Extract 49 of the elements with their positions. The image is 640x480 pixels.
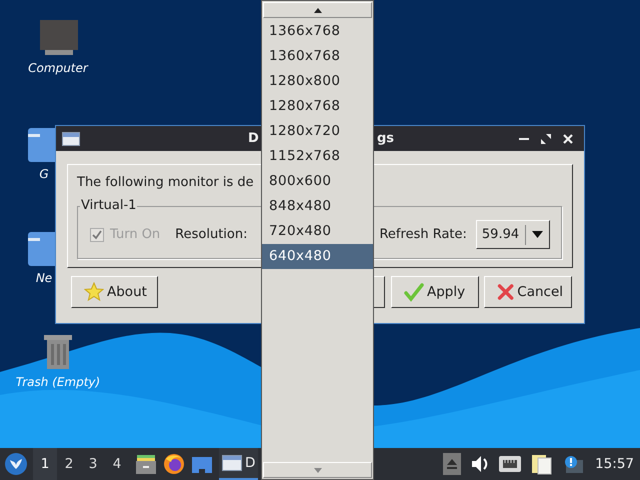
resolution-dropdown-list[interactable]: 1366x768 1360x768 1280x800 1280x768 1280x720 1152x768 800x600 848x480 720x480 640x480	[261, 0, 374, 480]
window-title: D	[248, 131, 259, 146]
workspace-button[interactable]: 1	[33, 448, 57, 480]
notes-icon[interactable]	[531, 453, 554, 475]
resolution-option[interactable]: 720x480	[262, 219, 373, 244]
network-port-icon[interactable]	[499, 456, 522, 472]
scroll-down-icon	[314, 468, 322, 472]
refresh-rate-dropdown[interactable]: 59.94	[476, 220, 550, 249]
star-icon	[84, 282, 104, 302]
taskbar-window-button[interactable]: D	[219, 448, 258, 480]
window-title: gs	[377, 131, 394, 146]
workspace-button[interactable]: 3	[81, 448, 105, 480]
scroll-down-button[interactable]	[263, 462, 372, 478]
bird-logo-icon[interactable]	[5, 453, 27, 475]
resolution-option[interactable]: 800x600	[262, 169, 373, 194]
about-button[interactable]: About	[71, 276, 158, 308]
apply-button[interactable]: Apply	[391, 276, 479, 308]
scroll-up-icon	[314, 8, 322, 12]
checkmark-icon	[404, 282, 424, 302]
refresh-rate-label: Refresh Rate:	[379, 227, 467, 242]
desktop-icon-label[interactable]: G	[39, 167, 49, 181]
maximize-icon[interactable]	[540, 132, 552, 144]
dropdown-arrow-icon	[532, 231, 543, 238]
resolution-option[interactable]: 640x480	[262, 244, 373, 269]
resolution-option[interactable]: 1152x768	[262, 144, 373, 169]
clock[interactable]: 15:57	[595, 456, 634, 472]
message-text: The following monitor is de	[77, 175, 254, 190]
notification-icon[interactable]	[563, 455, 584, 473]
cancel-button[interactable]: Cancel	[484, 276, 572, 308]
resolution-option[interactable]: 1280x768	[262, 94, 373, 119]
resolution-option[interactable]: 1280x720	[262, 119, 373, 144]
resolution-option[interactable]: 1280x800	[262, 69, 373, 94]
desktop-icon-label[interactable]: Ne	[36, 271, 52, 285]
workspace-button[interactable]: 4	[105, 448, 129, 480]
cross-icon	[497, 282, 514, 302]
window-icon	[222, 455, 242, 471]
close-icon[interactable]	[562, 132, 574, 144]
resolution-option[interactable]: 1360x768	[262, 44, 373, 69]
eject-icon[interactable]	[443, 453, 462, 475]
scroll-up-button[interactable]	[263, 2, 372, 18]
resolution-label: Resolution:	[175, 227, 248, 242]
resolution-option[interactable]: 1366x768	[262, 19, 373, 44]
workspace-button[interactable]: 2	[57, 448, 81, 480]
window-icon	[62, 132, 80, 146]
browser-icon[interactable]	[163, 453, 185, 475]
file-cabinet-icon[interactable]	[135, 453, 157, 475]
speaker-icon[interactable]	[471, 455, 490, 473]
resolution-option[interactable]: 848x480	[262, 194, 373, 219]
desktop-icon-label[interactable]: Computer	[28, 61, 88, 75]
